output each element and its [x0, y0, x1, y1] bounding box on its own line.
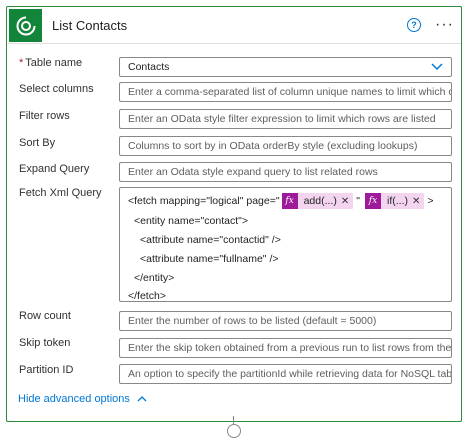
remove-token-icon[interactable]: ✕	[412, 196, 424, 207]
fx-icon: fx	[281, 193, 298, 209]
xml-line-2: <entity name="contact">	[134, 215, 248, 227]
sort-by-input[interactable]: Columns to sort by in OData orderBy styl…	[119, 136, 452, 156]
add-expression-token[interactable]: fx add(...) ✕	[281, 193, 354, 209]
xml-fetch-open: <fetch mapping="logical" page="	[128, 194, 280, 207]
partition-id-label: Partition ID	[19, 364, 74, 376]
row-count-label: Row count	[19, 310, 71, 322]
fetch-xml-label: Fetch Xml Query	[19, 187, 102, 199]
if-expression-token[interactable]: fx if(...) ✕	[364, 193, 425, 209]
table-name-dropdown[interactable]: Contacts	[119, 57, 452, 77]
required-marker: *	[19, 57, 24, 69]
table-name-label-text: Table name	[25, 57, 83, 69]
xml-line-1: <fetch mapping="logical" page=" fx add(...…	[128, 193, 434, 209]
xml-line-3: <attribute name="contactid" />	[140, 234, 281, 246]
expand-query-input[interactable]: Enter an Odata style expand query to lis…	[119, 162, 452, 182]
select-columns-input[interactable]: Enter a comma-separated list of column u…	[119, 82, 452, 102]
hide-advanced-options-link[interactable]: Hide advanced options	[18, 393, 147, 405]
partition-id-input[interactable]: An option to specify the partitionId whi…	[119, 364, 452, 384]
table-name-value: Contacts	[128, 61, 170, 73]
filter-rows-label: Filter rows	[19, 110, 70, 122]
xml-fetch-close-bracket: >	[427, 194, 434, 207]
fetch-xml-editor[interactable]: <fetch mapping="logical" page=" fx add(...…	[119, 187, 452, 302]
card-title[interactable]: List Contacts	[52, 18, 127, 33]
table-name-label: * Table name	[19, 57, 82, 69]
chevron-up-icon	[137, 396, 147, 402]
dataverse-logo-icon	[9, 9, 42, 42]
sort-by-label: Sort By	[19, 137, 56, 149]
row-count-input[interactable]: Enter the number of rows to be listed (d…	[119, 311, 452, 331]
add-token-label: add(...)	[303, 195, 337, 207]
select-columns-label: Select columns	[19, 83, 94, 95]
xml-line-5: </entity>	[134, 272, 175, 284]
xml-line-6: </fetch>	[128, 290, 166, 302]
remove-token-icon[interactable]: ✕	[341, 196, 353, 207]
expand-query-label: Expand Query	[19, 163, 90, 175]
xml-quote-separator: "	[356, 194, 360, 207]
filter-rows-input[interactable]: Enter an OData style filter expression t…	[119, 109, 452, 129]
chevron-down-icon	[431, 63, 443, 71]
if-token-label: if(...)	[386, 195, 408, 207]
skip-token-input[interactable]: Enter the skip token obtained from a pre…	[119, 338, 452, 358]
question-circle-icon[interactable]: ?	[407, 18, 421, 32]
xml-line-4: <attribute name="fullname" />	[140, 253, 279, 265]
hide-advanced-options-label: Hide advanced options	[18, 393, 130, 405]
skip-token-label: Skip token	[19, 337, 71, 349]
add-step-circle-icon[interactable]	[227, 424, 241, 438]
more-options-icon[interactable]: ···	[435, 16, 454, 34]
fx-icon: fx	[364, 193, 381, 209]
card-header[interactable]: List Contacts ? ···	[7, 7, 461, 44]
action-card: List Contacts ? ··· * Table name Contacts…	[6, 6, 462, 422]
